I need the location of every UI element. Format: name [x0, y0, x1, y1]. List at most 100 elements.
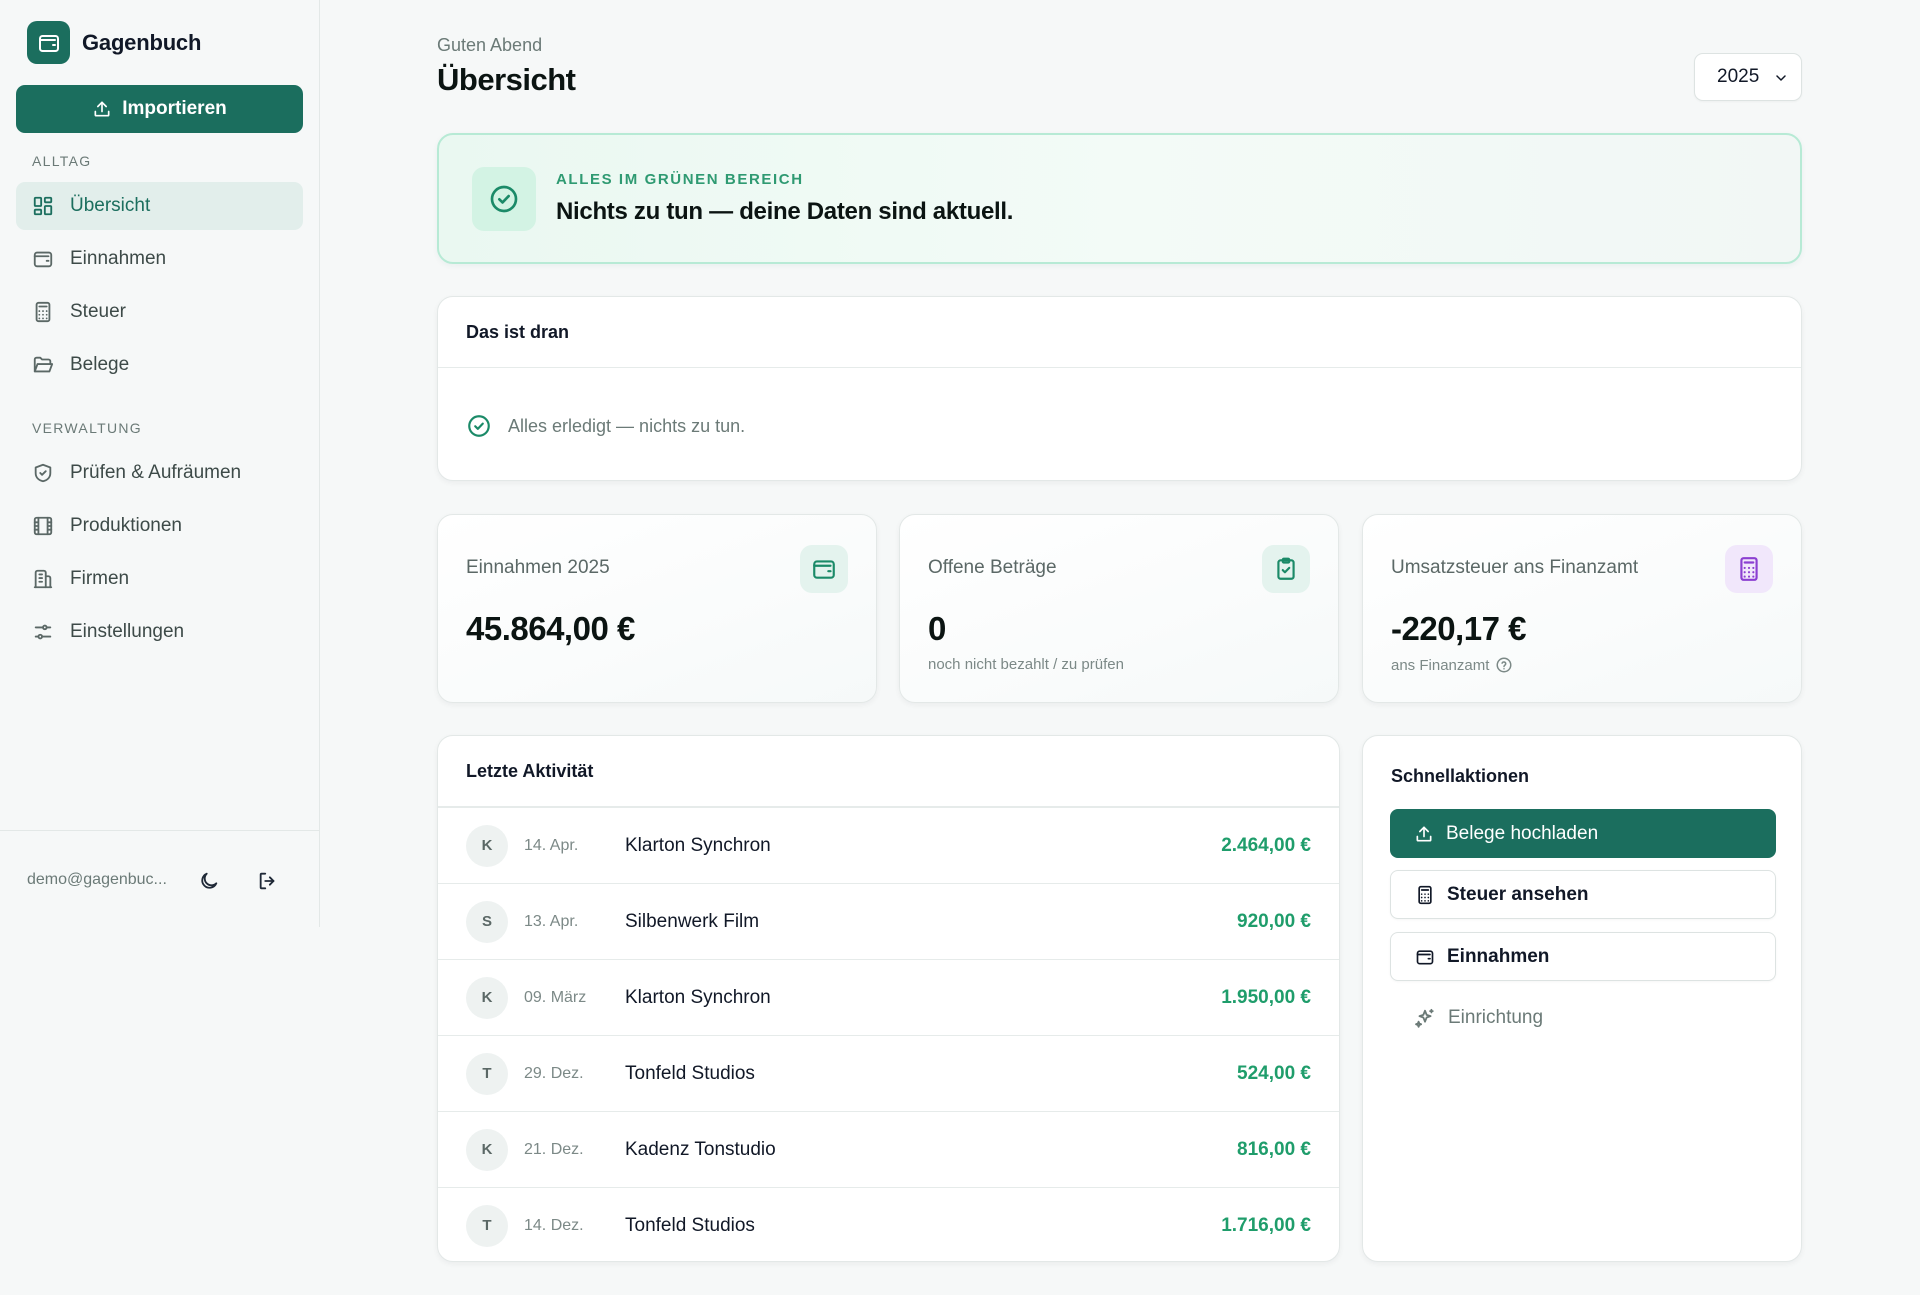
- section-label-admin: VERWALTUNG: [32, 420, 142, 436]
- sparkles-icon: [1415, 1008, 1434, 1028]
- sidebar-item-review[interactable]: Prüfen & Aufräumen: [16, 449, 303, 497]
- building-icon: [33, 569, 53, 589]
- activity-date: 14. Dez.: [524, 1216, 584, 1234]
- sidebar-item-tax[interactable]: Steuer: [16, 288, 303, 336]
- calculator-icon: [1418, 885, 1432, 904]
- activity-date: 29. Dez.: [524, 1064, 584, 1082]
- activity-title: Letzte Aktivität: [438, 736, 1339, 807]
- film-icon: [33, 516, 53, 536]
- status-banner: ALLES IM GRÜNEN BEREICH Nichts zu tun — …: [437, 133, 1802, 264]
- kpi-label: Einnahmen 2025: [466, 557, 610, 578]
- sidebar-item-settings[interactable]: Einstellungen: [16, 608, 303, 656]
- table-row[interactable]: T 14. Dez. Tonfeld Studios 1.716,00 €: [438, 1187, 1339, 1261]
- kpi-value: -220,17 €: [1391, 610, 1526, 647]
- avatar: T: [466, 1052, 508, 1095]
- kpi-card-vat[interactable]: Umsatzsteuer ans Finanzamt -220,17 € ans…: [1362, 514, 1802, 703]
- activity-name: Kadenz Tonstudio: [625, 1138, 776, 1160]
- activity-name: Klarton Synchron: [625, 834, 771, 856]
- activity-date: 13. Apr.: [524, 912, 579, 930]
- wallet-icon: [33, 251, 53, 268]
- table-row[interactable]: S 13. Apr. Silbenwerk Film 920,00 €: [438, 883, 1339, 959]
- kpi-label: Offene Beträge: [928, 557, 1057, 578]
- section-label-everyday: ALLTAG: [32, 153, 92, 169]
- brand-name: Gagenbuch: [82, 29, 202, 55]
- activity-date: 14. Apr.: [524, 836, 579, 854]
- sidebar-item-income[interactable]: Einnahmen: [16, 235, 303, 283]
- moon-icon[interactable]: [194, 866, 224, 896]
- kpi-subtext: ans Finanzamt: [1391, 656, 1513, 674]
- calculator-icon: [1725, 545, 1773, 593]
- shield-check-icon: [34, 463, 52, 483]
- activity-name: Tonfeld Studios: [625, 1062, 755, 1084]
- upload-icon: [1416, 826, 1432, 841]
- activity-amount: 1.950,00 €: [1221, 986, 1311, 1008]
- sidebar-item-label: Produktionen: [70, 515, 182, 536]
- grid-icon: [33, 196, 53, 216]
- activity-name: Tonfeld Studios: [625, 1214, 755, 1236]
- activity-card: Letzte Aktivität K 14. Apr. Klarton Sync…: [437, 735, 1340, 1262]
- avatar: K: [466, 1128, 508, 1171]
- sidebar-item-label: Einstellungen: [70, 621, 185, 642]
- kpi-subtext: noch nicht bezahlt / zu prüfen: [928, 656, 1124, 673]
- activity-amount: 2.464,00 €: [1221, 834, 1311, 856]
- help-circle-icon[interactable]: [1495, 656, 1513, 674]
- activity-date: 09. März: [524, 988, 587, 1006]
- kpi-value: 45.864,00 €: [466, 610, 635, 647]
- kpi-value: 0: [928, 610, 946, 647]
- sidebar-item-label: Belege: [70, 354, 130, 375]
- income-label: Einnahmen: [1447, 945, 1550, 967]
- sidebar-item-label: Übersicht: [70, 195, 151, 216]
- quick-actions-card: Schnellaktionen Belege hochladen Steuer …: [1362, 735, 1802, 1262]
- wallet-icon: [800, 545, 848, 593]
- upload-icon: [94, 101, 110, 117]
- sidebar-item-label: Firmen: [70, 568, 130, 589]
- kpi-card-open-amounts[interactable]: Offene Beträge 0 noch nicht bezahlt / zu…: [899, 514, 1339, 703]
- sidebar-item-receipts[interactable]: Belege: [16, 341, 303, 389]
- kpi-subtext-label: noch nicht bezahlt / zu prüfen: [928, 656, 1124, 673]
- sidebar-item-productions[interactable]: Produktionen: [16, 502, 303, 550]
- sliders-icon: [34, 624, 52, 640]
- setup-label: Einrichtung: [1448, 1006, 1544, 1028]
- table-row[interactable]: K 09. März Klarton Synchron 1.950,00 €: [438, 959, 1339, 1035]
- year-value: 2025: [1717, 66, 1760, 87]
- kpi-label: Umsatzsteuer ans Finanzamt: [1391, 557, 1639, 578]
- status-kicker: ALLES IM GRÜNEN BEREICH: [556, 171, 804, 188]
- quick-actions-title: Schnellaktionen: [1391, 766, 1530, 786]
- brand[interactable]: Gagenbuch: [27, 21, 201, 64]
- year-select[interactable]: 2025: [1694, 53, 1802, 101]
- activity-name: Klarton Synchron: [625, 986, 771, 1008]
- chevron-down-icon: [1776, 75, 1786, 81]
- todo-empty-row: Alles erledigt — nichts zu tun.: [466, 413, 745, 439]
- table-row[interactable]: K 14. Apr. Klarton Synchron 2.464,00 €: [438, 807, 1339, 883]
- avatar: T: [466, 1204, 508, 1247]
- sidebar: Gagenbuch Importieren ALLTAG Übersicht E…: [0, 0, 320, 927]
- activity-amount: 816,00 €: [1237, 1138, 1311, 1160]
- greeting: Guten Abend: [437, 35, 543, 55]
- sidebar-item-label: Einnahmen: [70, 248, 167, 269]
- table-row[interactable]: T 29. Dez. Tonfeld Studios 524,00 €: [438, 1035, 1339, 1111]
- sidebar-item-overview[interactable]: Übersicht: [16, 182, 303, 230]
- upload-receipts-button[interactable]: Belege hochladen: [1390, 809, 1776, 858]
- logout-icon[interactable]: [253, 866, 283, 896]
- upload-receipts-label: Belege hochladen: [1446, 822, 1599, 844]
- income-button[interactable]: Einnahmen: [1390, 932, 1776, 981]
- import-button[interactable]: Importieren: [16, 85, 303, 133]
- avatar: K: [466, 976, 508, 1019]
- wallet-logo-icon: [27, 21, 70, 64]
- activity-amount: 920,00 €: [1237, 910, 1311, 932]
- kpi-card-income[interactable]: Einnahmen 2025 45.864,00 €: [437, 514, 877, 703]
- todo-card: Das ist dran Alles erledigt — nichts zu …: [437, 296, 1802, 481]
- setup-button[interactable]: Einrichtung: [1390, 993, 1776, 1042]
- check-circle-icon: [468, 415, 490, 437]
- todo-empty-text: Alles erledigt — nichts zu tun.: [508, 415, 746, 436]
- table-row[interactable]: K 21. Dez. Kadenz Tonstudio 816,00 €: [438, 1111, 1339, 1187]
- sidebar-item-label: Prüfen & Aufräumen: [70, 462, 242, 483]
- view-tax-button[interactable]: Steuer ansehen: [1390, 870, 1776, 919]
- activity-amount: 1.716,00 €: [1221, 1214, 1311, 1236]
- sidebar-item-label: Steuer: [70, 301, 126, 322]
- status-message: Nichts zu tun — deine Daten sind aktuell…: [556, 198, 1014, 225]
- clipboard-check-icon: [1262, 545, 1310, 593]
- avatar: K: [466, 824, 508, 867]
- wallet-icon: [1416, 949, 1434, 964]
- sidebar-item-companies[interactable]: Firmen: [16, 555, 303, 603]
